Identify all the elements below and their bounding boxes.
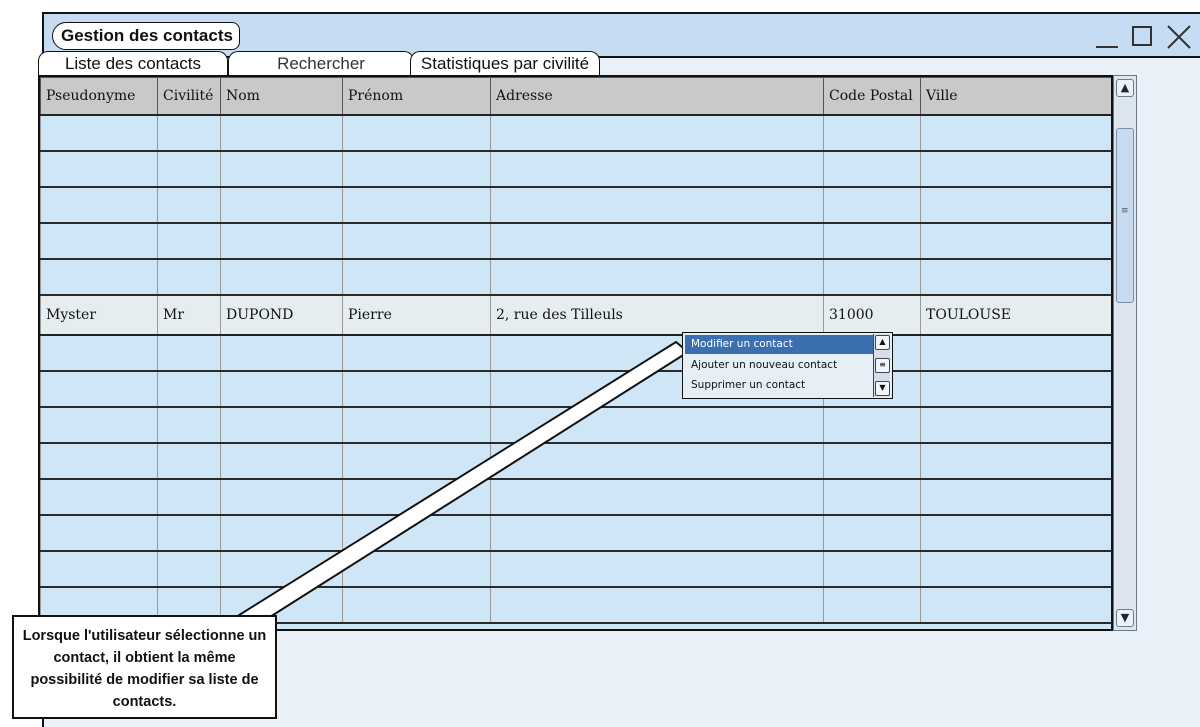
chevron-down-icon[interactable]: ▼: [875, 381, 890, 396]
annotation-callout: Lorsque l'utilisateur sélectionne un con…: [12, 615, 277, 719]
menu-item-ajouter-contact[interactable]: Ajouter un nouveau contact: [685, 356, 875, 375]
menu-item-modifier-contact[interactable]: Modifier un contact: [685, 335, 875, 354]
chevron-up-icon[interactable]: ▲: [875, 335, 890, 350]
scroll-grip-icon: ≡: [875, 358, 890, 373]
menu-item-supprimer-contact[interactable]: Supprimer un contact: [685, 376, 875, 395]
context-menu: Modifier un contact Ajouter un nouveau c…: [682, 332, 893, 399]
context-menu-scrollbar[interactable]: ▲ ≡ ▼: [873, 334, 890, 397]
